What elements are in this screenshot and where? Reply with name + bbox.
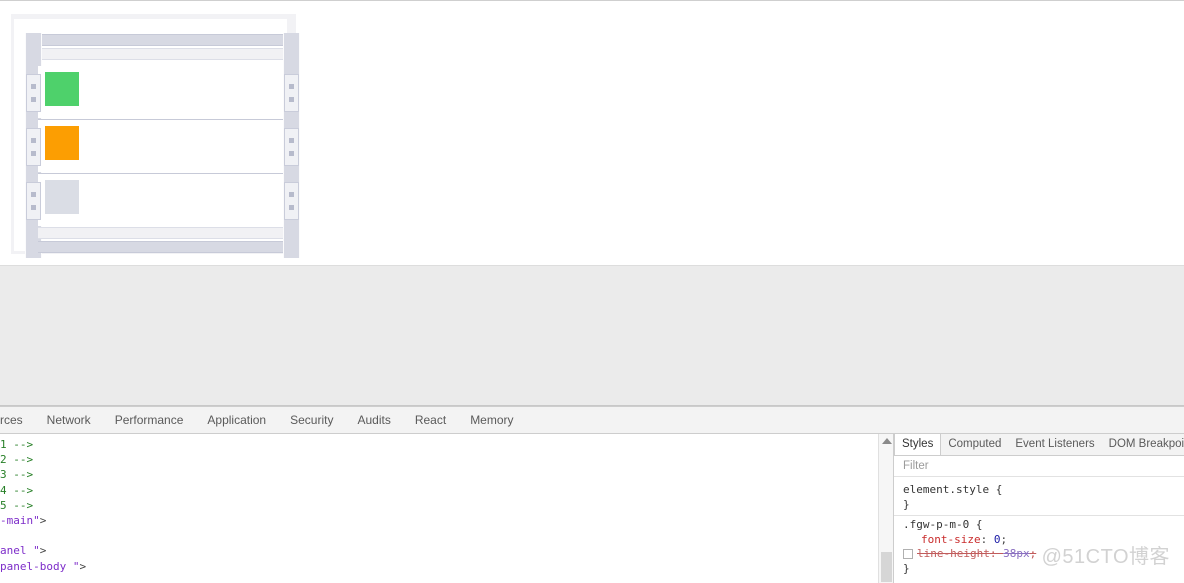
- handle-dot-icon: [289, 138, 294, 143]
- styles-tab-event-listeners[interactable]: Event Listeners: [1008, 434, 1101, 455]
- panel-handle-right-2[interactable]: [284, 128, 299, 166]
- devtools-panel: rces Network Performance Application Securit…: [0, 406, 1184, 583]
- dom-node-line[interactable]: 3 -->: [0, 467, 878, 482]
- panel-row-3: [38, 174, 283, 226]
- dom-node-line[interactable]: panel-body ">: [0, 559, 878, 574]
- devtools-tab-react[interactable]: React: [403, 407, 458, 433]
- dom-node-line[interactable]: 1 -->: [0, 437, 878, 452]
- styles-tab-styles[interactable]: Styles: [894, 434, 942, 455]
- devtools-tab-network[interactable]: Network: [35, 407, 103, 433]
- styles-filter-input[interactable]: Filter: [894, 456, 1184, 477]
- panel-handle-left-1[interactable]: [26, 74, 41, 112]
- css-rule[interactable]: .fgw-p-m-0 {font-size: 0; line-height: 38…: [894, 515, 1184, 579]
- handle-dot-icon: [31, 138, 36, 143]
- css-semicolon: ;: [1000, 532, 1008, 546]
- css-property-name[interactable]: line-height: [917, 547, 990, 562]
- handle-dot-icon: [31, 97, 36, 102]
- devtools-tab-memory[interactable]: Memory: [458, 407, 525, 433]
- panel-row-2: [38, 120, 283, 172]
- scrollbar-thumb[interactable]: [881, 552, 892, 582]
- css-declaration[interactable]: line-height: 38px;: [903, 547, 1184, 562]
- dom-node-line[interactable]: -main">: [0, 513, 878, 528]
- devtools-tab-audits[interactable]: Audits: [345, 407, 402, 433]
- handle-dot-icon: [31, 192, 36, 197]
- declaration-checkbox[interactable]: [903, 549, 913, 560]
- orange-swatch: [45, 126, 79, 160]
- dom-node-line[interactable]: anel ">: [0, 543, 878, 558]
- dom-tree-scrollbar[interactable]: [878, 434, 894, 583]
- styles-rules-list: element.style {} .fgw-p-m-0 {font-size: 0…: [894, 477, 1184, 579]
- dom-node-line[interactable]: 5 -->: [0, 498, 878, 513]
- dom-node-line[interactable]: [0, 574, 878, 583]
- triangle-up-icon[interactable]: [882, 438, 892, 444]
- panel-row-1: [38, 66, 283, 118]
- css-property-value[interactable]: 0: [994, 533, 1001, 548]
- css-property-name[interactable]: font-size: [921, 533, 981, 548]
- handle-dot-icon: [289, 97, 294, 102]
- dom-tree-pane[interactable]: 1 --> 2 --> 3 --> 4 --> 5 --> -main"> anel ">…: [0, 434, 878, 583]
- css-rule-close: }: [903, 497, 910, 511]
- devtools-tab-security[interactable]: Security: [278, 407, 345, 433]
- dom-node-line[interactable]: 4 -->: [0, 483, 878, 498]
- handle-dot-icon: [289, 151, 294, 156]
- handle-dot-icon: [289, 84, 294, 89]
- panel-bottom-bar-light: [38, 227, 283, 239]
- handle-dot-icon: [31, 205, 36, 210]
- handle-dot-icon: [289, 205, 294, 210]
- handle-dot-icon: [31, 151, 36, 156]
- devtools-tab-rces[interactable]: rces: [0, 407, 35, 433]
- panel-top-bar-light: [38, 48, 283, 60]
- css-declaration[interactable]: font-size: 0;: [903, 533, 1184, 548]
- styles-tab-bar: Styles Computed Event Listeners DOM Breakpo…: [894, 434, 1184, 456]
- browser-page-viewport: [0, 0, 1184, 406]
- styles-pane: Styles Computed Event Listeners DOM Breakpo…: [894, 434, 1184, 583]
- panel-handle-right-1[interactable]: [284, 74, 299, 112]
- css-rule-close: }: [903, 561, 910, 575]
- css-selector[interactable]: .fgw-p-m-0 {: [903, 518, 1184, 533]
- css-selector[interactable]: element.style {: [903, 483, 1184, 498]
- css-rule[interactable]: element.style {}: [894, 481, 1184, 515]
- dom-node-line[interactable]: 2 -->: [0, 452, 878, 467]
- handle-dot-icon: [31, 84, 36, 89]
- css-colon: :: [980, 532, 994, 546]
- panel-widget: [11, 14, 300, 258]
- css-semicolon: ;: [1029, 547, 1037, 560]
- dom-node-line[interactable]: [0, 528, 878, 543]
- devtools-tab-application[interactable]: Application: [195, 407, 278, 433]
- styles-tab-dom-breakpoints[interactable]: DOM Breakpoints: [1102, 434, 1184, 455]
- panel-top-bar-dark: [38, 34, 283, 46]
- panel-handle-left-2[interactable]: [26, 128, 41, 166]
- panel-bottom-bar-dark: [38, 241, 283, 253]
- devtools-tab-performance[interactable]: Performance: [103, 407, 196, 433]
- css-property-value[interactable]: 38px: [1003, 547, 1030, 562]
- panel-handle-right-3[interactable]: [284, 182, 299, 220]
- devtools-tab-bar: rces Network Performance Application Securit…: [0, 407, 1184, 434]
- devtools-split: 1 --> 2 --> 3 --> 4 --> 5 --> -main"> anel ">…: [0, 434, 1184, 583]
- green-swatch: [45, 72, 79, 106]
- css-colon: :: [989, 547, 1004, 560]
- styles-tab-computed[interactable]: Computed: [941, 434, 1008, 455]
- page-body-empty-area: [0, 265, 1184, 406]
- grey-swatch: [45, 180, 79, 214]
- handle-dot-icon: [289, 192, 294, 197]
- panel-handle-left-3[interactable]: [26, 182, 41, 220]
